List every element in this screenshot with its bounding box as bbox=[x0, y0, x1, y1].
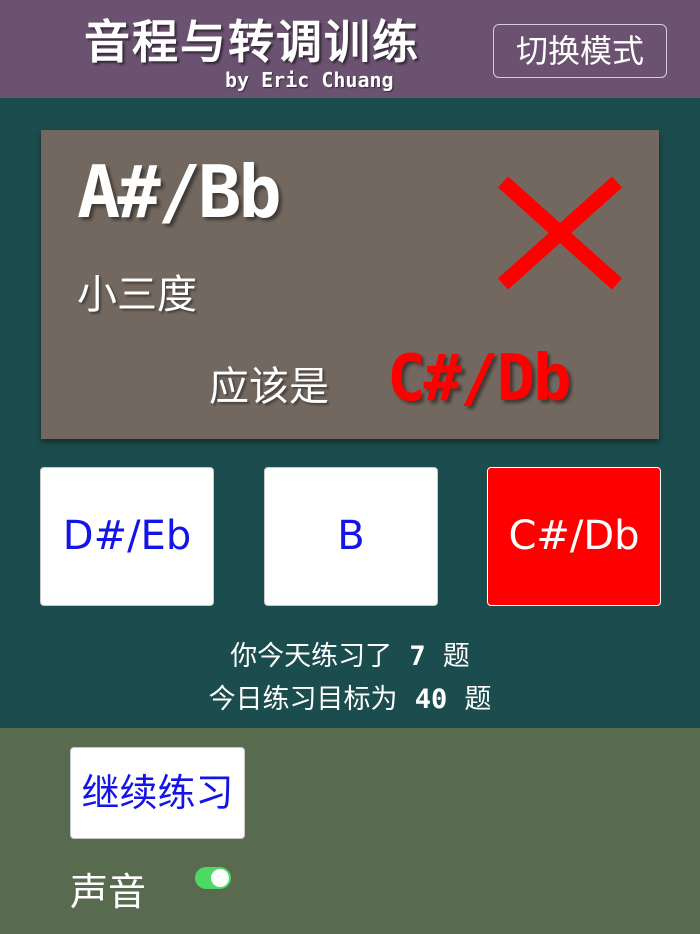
goal-suffix: 题 bbox=[464, 684, 492, 715]
today-prefix: 你今天练习了 bbox=[230, 641, 393, 672]
byline: by Eric Chuang bbox=[225, 68, 394, 92]
today-suffix: 题 bbox=[442, 641, 470, 672]
question-card: A#/Bb 小三度 应该是 C#/Db bbox=[41, 130, 659, 439]
choice-button-3-wrong[interactable]: C#/Db bbox=[487, 467, 661, 606]
header-bar: 音程与转调训练 by Eric Chuang 切换模式 bbox=[0, 0, 700, 98]
today-practice-count: 你今天练习了 7 题 bbox=[0, 634, 700, 673]
correct-answer: C#/Db bbox=[387, 342, 572, 416]
continue-practice-button[interactable]: 继续练习 bbox=[70, 747, 245, 839]
goal-prefix: 今日练习目标为 bbox=[208, 684, 398, 715]
goal-count: 40 bbox=[414, 684, 448, 715]
wrong-x-icon bbox=[497, 176, 623, 290]
choice-button-1[interactable]: D#/Eb bbox=[40, 467, 214, 606]
question-interval: 小三度 bbox=[77, 272, 197, 318]
daily-goal: 今日练习目标为 40 题 bbox=[0, 677, 700, 716]
switch-mode-button[interactable]: 切换模式 bbox=[493, 24, 667, 78]
sound-toggle[interactable] bbox=[195, 867, 231, 889]
app-title: 音程与转调训练 bbox=[84, 15, 420, 69]
choice-button-2[interactable]: B bbox=[264, 467, 438, 606]
sound-label: 声音 bbox=[70, 870, 147, 914]
toggle-knob bbox=[211, 869, 229, 887]
should-be-label: 应该是 bbox=[209, 364, 329, 410]
question-note: A#/Bb bbox=[77, 150, 282, 234]
today-count: 7 bbox=[409, 641, 426, 672]
